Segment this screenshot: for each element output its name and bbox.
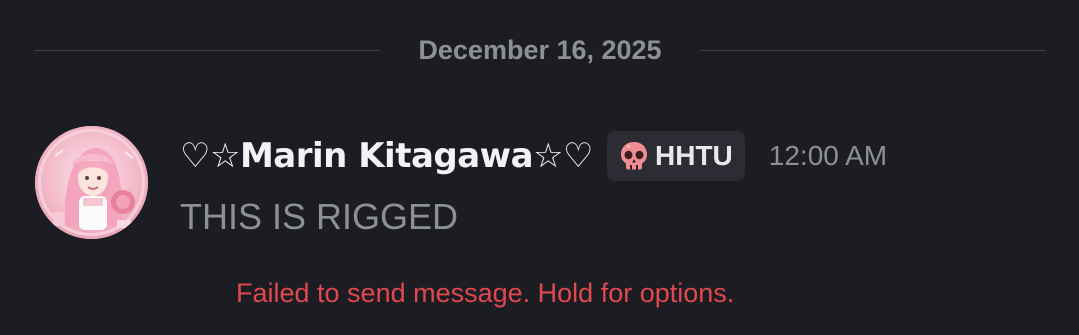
date-divider-line-right	[700, 50, 1046, 51]
server-tag-label: HHTU	[655, 140, 733, 171]
date-divider-line-left	[34, 50, 380, 51]
failed-to-send-notice[interactable]: Failed to send message. Hold for options…	[236, 277, 734, 309]
avatar[interactable]	[35, 126, 148, 239]
message-timestamp[interactable]: 12:00 AM	[769, 140, 887, 172]
message-header: ♡☆Marin Kitagawa☆♡ HHTU 12:00 AM	[180, 130, 887, 182]
message-content[interactable]: THIS IS RIGGED	[180, 196, 458, 238]
skull-icon	[621, 142, 647, 170]
server-tag-badge[interactable]: HHTU	[607, 131, 745, 181]
date-divider-label: December 16, 2025	[418, 35, 662, 65]
avatar-image	[35, 126, 148, 239]
author-username[interactable]: ♡☆Marin Kitagawa☆♡	[180, 136, 594, 176]
